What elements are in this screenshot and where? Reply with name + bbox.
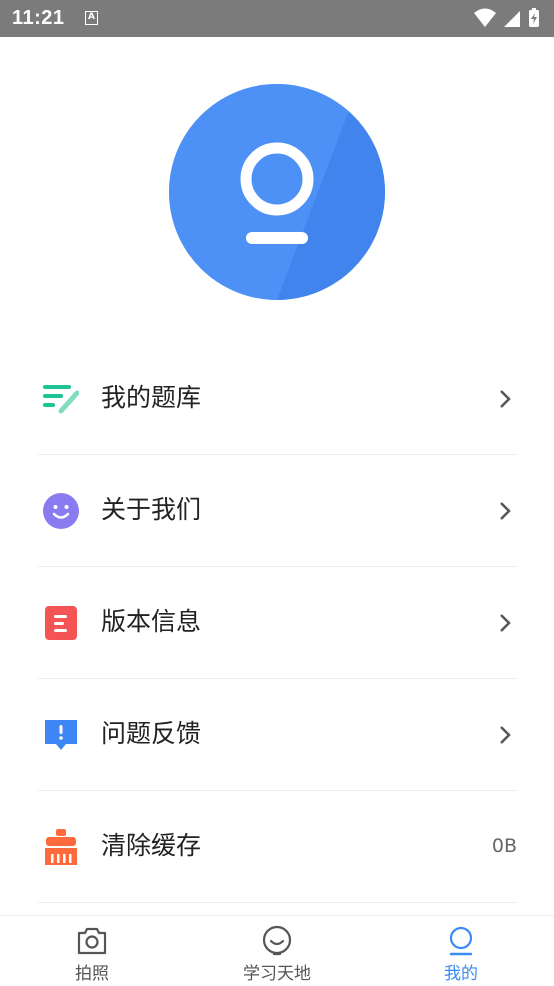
settings-menu: 我的题库 关于我们 版本信息 问题反馈 清除缓存 0B: [0, 343, 554, 903]
cache-size-value: 0B: [491, 835, 517, 857]
menu-item-question-bank[interactable]: 我的题库: [37, 343, 517, 455]
signal-icon: [504, 11, 520, 27]
document-icon: [45, 606, 77, 640]
notification-a-icon: A: [85, 11, 98, 25]
chevron-right-icon: [500, 614, 511, 632]
menu-label: 版本信息: [101, 607, 202, 636]
menu-item-version-info[interactable]: 版本信息: [37, 567, 517, 679]
broom-icon: [45, 829, 77, 865]
camera-icon: [77, 927, 107, 955]
status-time: 11:21: [12, 7, 65, 29]
chevron-right-icon: [500, 390, 511, 408]
menu-item-feedback[interactable]: 问题反馈: [37, 679, 517, 791]
nav-label: 拍照: [75, 964, 109, 984]
status-icons: [474, 7, 544, 29]
menu-label: 清除缓存: [101, 831, 202, 860]
question-bank-icon: [43, 385, 79, 414]
nav-tab-mine[interactable]: 我的: [401, 916, 521, 986]
user-avatar-icon: [169, 84, 385, 300]
nav-tab-study[interactable]: 学习天地: [217, 916, 337, 986]
feedback-icon: [45, 720, 77, 750]
menu-label: 问题反馈: [101, 719, 202, 748]
chevron-right-icon: [500, 502, 511, 520]
menu-item-clear-cache[interactable]: 清除缓存 0B: [37, 791, 517, 903]
battery-icon: [529, 8, 539, 27]
status-bar: 11:21 A: [0, 0, 554, 37]
user-avatar[interactable]: [169, 84, 385, 300]
profile-icon: [449, 926, 473, 956]
study-face-icon: [262, 925, 292, 956]
menu-label: 我的题库: [101, 383, 202, 412]
smile-icon: [43, 493, 79, 529]
wifi-icon: [474, 8, 496, 27]
menu-item-about-us[interactable]: 关于我们: [37, 455, 517, 567]
nav-label: 我的: [444, 964, 478, 984]
nav-tab-camera[interactable]: 拍照: [32, 916, 152, 986]
nav-label: 学习天地: [243, 964, 311, 984]
bottom-navigation: 拍照 学习天地 我的: [0, 915, 554, 986]
menu-label: 关于我们: [101, 495, 202, 524]
chevron-right-icon: [500, 726, 511, 744]
